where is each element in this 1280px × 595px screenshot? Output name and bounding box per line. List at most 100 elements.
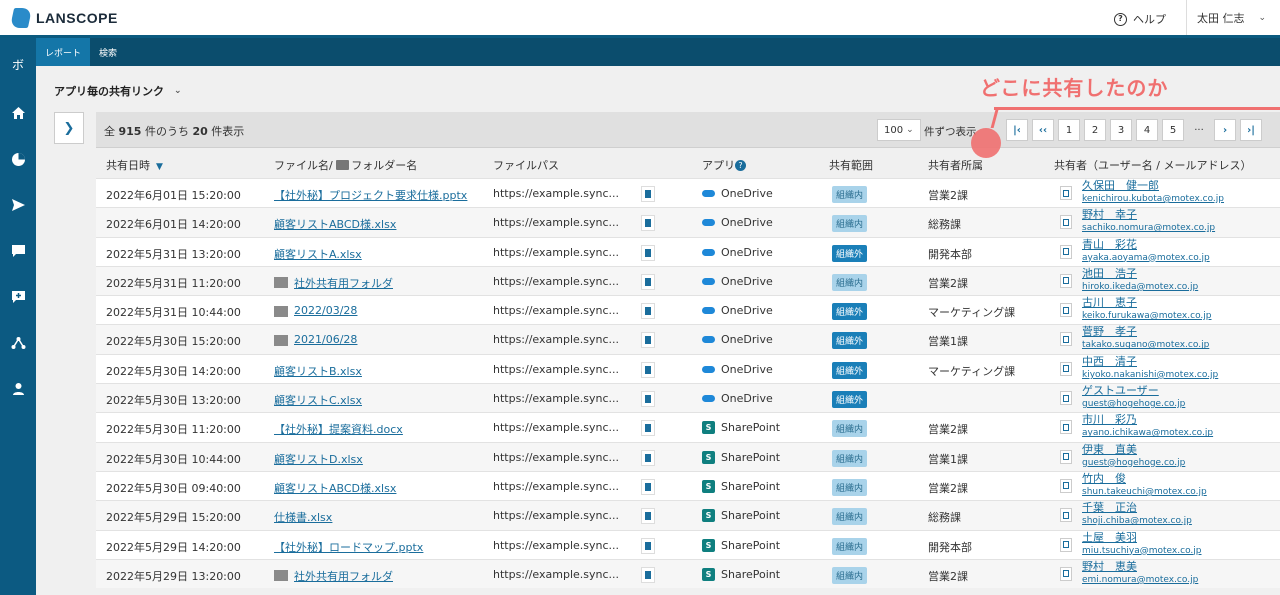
tab-report[interactable]: レポート <box>36 38 91 66</box>
sharer-email-link[interactable]: shoji.chiba@motex.co.jp <box>1082 515 1192 527</box>
sidebar-item-top[interactable]: ボ <box>0 38 36 90</box>
page-button-4[interactable]: 4 <box>1136 119 1158 141</box>
file-link[interactable]: 2021/06/28 <box>274 333 357 347</box>
user-detail-button[interactable] <box>1060 215 1072 230</box>
help-link[interactable]: ? ヘルプ <box>1114 11 1166 27</box>
copy-path-button[interactable] <box>641 449 655 466</box>
sharer-email-link[interactable]: kenichirou.kubota@motex.co.jp <box>1082 193 1224 205</box>
sharer-email-link[interactable]: kiyoko.nakanishi@motex.co.jp <box>1082 369 1218 381</box>
question-icon[interactable]: ? <box>735 160 746 171</box>
file-link[interactable]: 社外共有用フォルダ <box>274 568 393 584</box>
network-icon[interactable] <box>0 320 36 366</box>
copy-path-button[interactable] <box>641 391 655 408</box>
next-page-button[interactable]: › <box>1214 119 1236 141</box>
file-link[interactable]: 2022/03/28 <box>274 304 357 318</box>
sharer-name-link[interactable]: 市川 彩乃 <box>1082 413 1137 427</box>
user-detail-button[interactable] <box>1060 303 1072 318</box>
user-detail-button[interactable] <box>1060 273 1072 288</box>
user-detail-button[interactable] <box>1060 361 1072 376</box>
chat-icon[interactable] <box>0 228 36 274</box>
sharer-email-link[interactable]: guest@hogehoge.co.jp <box>1082 457 1185 469</box>
page-button-2[interactable]: 2 <box>1084 119 1106 141</box>
sharer-email-link[interactable]: ayano.ichikawa@motex.co.jp <box>1082 427 1213 439</box>
user-detail-button[interactable] <box>1060 508 1072 523</box>
file-link[interactable]: 顧客リストABCD様.xlsx <box>274 216 396 232</box>
page-button-1[interactable]: 1 <box>1058 119 1080 141</box>
copy-path-button[interactable] <box>641 244 655 261</box>
sharer-email-link[interactable]: hiroko.ikeda@motex.co.jp <box>1082 281 1198 293</box>
sharer-email-link[interactable]: keiko.furukawa@motex.co.jp <box>1082 310 1212 322</box>
sharer-name-link[interactable]: 久保田 健一郎 <box>1082 179 1159 193</box>
sharer-email-link[interactable]: sachiko.nomura@motex.co.jp <box>1082 222 1215 234</box>
app-name: SharePoint <box>721 538 781 552</box>
sharer-name-link[interactable]: 古川 恵子 <box>1082 296 1137 310</box>
first-page-button[interactable]: |‹ <box>1006 119 1028 141</box>
chart-icon[interactable] <box>0 136 36 182</box>
copy-path-button[interactable] <box>641 537 655 554</box>
sharer-name-link[interactable]: 青山 彩花 <box>1082 238 1137 252</box>
sharer-email-link[interactable]: ayaka.aoyama@motex.co.jp <box>1082 252 1210 264</box>
user-detail-button[interactable] <box>1060 420 1072 435</box>
sharer-name-link[interactable]: 中西 清子 <box>1082 355 1137 369</box>
sharer-name-link[interactable]: 土屋 美羽 <box>1082 531 1137 545</box>
file-link[interactable]: 仕様書.xlsx <box>274 509 332 525</box>
user-detail-button[interactable] <box>1060 391 1072 406</box>
sharer-name-link[interactable]: 千葉 正治 <box>1082 501 1137 515</box>
report-selector[interactable]: アプリ毎の共有リンク ⌄ <box>54 83 182 99</box>
user-detail-button[interactable] <box>1060 332 1072 347</box>
onedrive-icon <box>702 336 715 344</box>
prev-page-button[interactable]: ‹‹ <box>1032 119 1054 141</box>
copy-path-button[interactable] <box>641 478 655 495</box>
file-link[interactable]: 顧客リストABCD様.xlsx <box>274 480 396 496</box>
sharer-email-link[interactable]: guest@hogehoge.co.jp <box>1082 398 1185 410</box>
sharer-name-link[interactable]: 野村 恵美 <box>1082 560 1137 574</box>
last-page-button[interactable]: ›| <box>1240 119 1262 141</box>
copy-path-button[interactable] <box>641 508 655 525</box>
user-detail-button[interactable] <box>1060 449 1072 464</box>
sharer-email-link[interactable]: takako.sugano@motex.co.jp <box>1082 339 1209 351</box>
file-link[interactable]: 顧客リストA.xlsx <box>274 246 362 262</box>
file-link[interactable]: 【社外秘】プロジェクト要求仕様.pptx <box>274 187 467 203</box>
user-detail-button[interactable] <box>1060 478 1072 493</box>
file-link[interactable]: 顧客リストD.xlsx <box>274 451 363 467</box>
file-link[interactable]: 顧客リストB.xlsx <box>274 363 362 379</box>
expand-panel-button[interactable]: ❯ <box>54 112 84 144</box>
sharer-email-link[interactable]: shun.takeuchi@motex.co.jp <box>1082 486 1207 498</box>
file-link[interactable]: 【社外秘】ロードマップ.pptx <box>274 539 423 555</box>
copy-path-button[interactable] <box>641 186 655 202</box>
scope-badge: 組織外 <box>832 391 868 409</box>
file-link[interactable]: 顧客リストC.xlsx <box>274 392 362 408</box>
home-icon[interactable] <box>0 90 36 136</box>
copy-path-button[interactable] <box>641 215 655 232</box>
page-button-3[interactable]: 3 <box>1110 119 1132 141</box>
copy-path-button[interactable] <box>641 361 655 378</box>
page-button-5[interactable]: 5 <box>1162 119 1184 141</box>
sharer-name-link[interactable]: 伊東 直美 <box>1082 443 1137 457</box>
tab-search[interactable]: 検索 <box>90 38 126 66</box>
column-header-date[interactable]: 共有日時 ▼ <box>106 157 163 173</box>
copy-path-button[interactable] <box>641 420 655 437</box>
file-link[interactable]: 【社外秘】提案資料.docx <box>274 421 403 437</box>
add-comment-icon[interactable] <box>0 274 36 320</box>
user-detail-button[interactable] <box>1060 244 1072 259</box>
sharer-name-link[interactable]: 池田 浩子 <box>1082 267 1137 281</box>
sharer-email-link[interactable]: miu.tsuchiya@motex.co.jp <box>1082 545 1202 557</box>
user-detail-button[interactable] <box>1060 537 1072 552</box>
copy-path-button[interactable] <box>641 273 655 290</box>
user-menu[interactable]: 太田 仁志 ⌄ <box>1186 0 1280 35</box>
file-link[interactable]: 社外共有用フォルダ <box>274 275 393 291</box>
user-detail-button[interactable] <box>1060 566 1072 581</box>
lanscope-logo[interactable]: LANSCOPE <box>9 8 118 28</box>
sharer-name-link[interactable]: ゲストユーザー <box>1082 384 1159 398</box>
sharer-name-link[interactable]: 竹内 俊 <box>1082 472 1126 486</box>
user-detail-button[interactable] <box>1060 186 1072 200</box>
sharer-name-link[interactable]: 野村 幸子 <box>1082 208 1137 222</box>
copy-path-button[interactable] <box>641 566 655 583</box>
sharer-name-link[interactable]: 菅野 孝子 <box>1082 325 1137 339</box>
per-page-select[interactable]: 100 ⌄ <box>877 119 921 141</box>
copy-path-button[interactable] <box>641 303 655 320</box>
sharer-email-link[interactable]: emi.nomura@motex.co.jp <box>1082 574 1198 586</box>
send-icon[interactable] <box>0 182 36 228</box>
copy-path-button[interactable] <box>641 332 655 349</box>
person-icon[interactable] <box>0 366 36 412</box>
